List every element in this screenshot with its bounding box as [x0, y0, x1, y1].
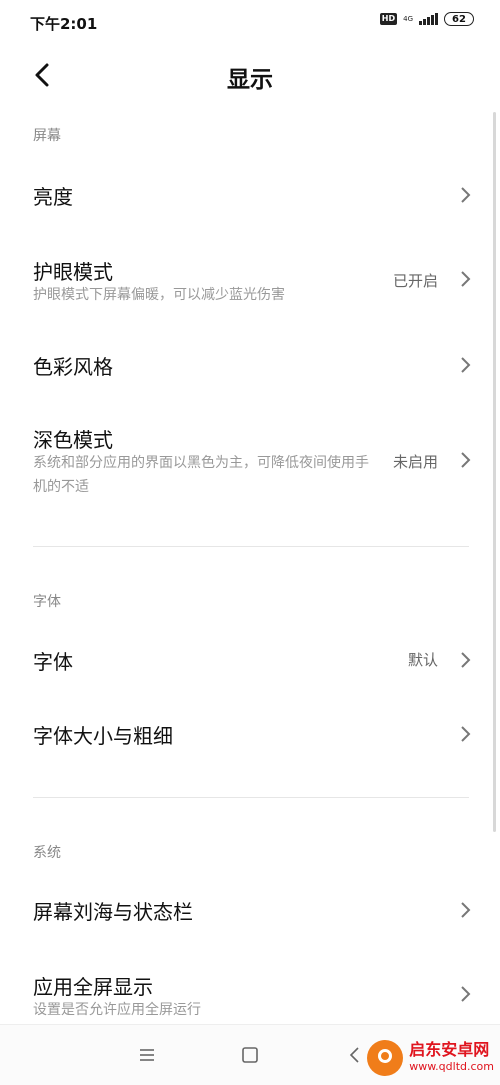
- chevron-right-icon: [461, 986, 471, 1002]
- setting-item-title: 亮度: [33, 185, 73, 209]
- setting-item-subtitle: 系统和部分应用的界面以黑色为主，可降低夜间使用手机的不适: [33, 455, 369, 495]
- setting-item-title: 字体: [33, 650, 73, 674]
- title-bar: 显示: [0, 50, 500, 100]
- chevron-right-icon: [461, 452, 471, 468]
- setting-item-notch-status-bar[interactable]: 屏幕刘海与状态栏: [0, 885, 500, 935]
- status-time: 下午2:01: [30, 15, 98, 33]
- home-icon[interactable]: [238, 1043, 262, 1067]
- chevron-right-icon: [461, 357, 471, 373]
- setting-item-subtitle: 护眼模式下屏幕偏暖，可以减少蓝光伤害: [33, 287, 285, 303]
- setting-item-title: 屏幕刘海与状态栏: [33, 900, 193, 924]
- setting-item-brightness[interactable]: 亮度: [0, 170, 500, 220]
- setting-item-title: 深色模式: [33, 428, 113, 452]
- setting-item-color-style[interactable]: 色彩风格: [0, 340, 500, 390]
- back-icon[interactable]: [343, 1043, 367, 1067]
- page-title: 显示: [227, 67, 273, 93]
- watermark-url: www.qdltd.com: [409, 1060, 494, 1073]
- battery-level: 62: [452, 13, 466, 25]
- battery-icon: 62: [444, 12, 474, 26]
- hd-icon: HD: [379, 13, 398, 25]
- section-header-screen: 屏幕: [33, 128, 61, 144]
- setting-item-value: 未启用: [392, 453, 438, 471]
- menu-icon[interactable]: [135, 1043, 159, 1067]
- setting-item-value: 已开启: [392, 272, 438, 290]
- chevron-right-icon: [461, 902, 471, 918]
- section-header-system: 系统: [33, 845, 61, 861]
- status-bar: 下午2:01 HD 4G 62: [0, 0, 500, 44]
- chevron-right-icon: [461, 652, 471, 668]
- chevron-right-icon: [461, 726, 471, 742]
- network-type-icon: 4G: [403, 14, 413, 23]
- section-header-font: 字体: [33, 594, 61, 610]
- setting-item-app-fullscreen[interactable]: 应用全屏显示 设置是否允许应用全屏运行: [0, 965, 500, 1023]
- setting-item-dark-mode[interactable]: 深色模式 系统和部分应用的界面以黑色为主，可降低夜间使用手机的不适 未启用: [0, 418, 500, 502]
- setting-item-title: 色彩风格: [33, 355, 113, 379]
- setting-item-title: 护眼模式: [33, 260, 113, 284]
- setting-item-title: 应用全屏显示: [33, 975, 153, 999]
- watermark-logo-icon: [367, 1040, 404, 1076]
- chevron-right-icon: [461, 271, 471, 287]
- setting-item-value: 默认: [407, 651, 438, 669]
- section-divider: [33, 797, 469, 798]
- chevron-right-icon: [461, 187, 471, 203]
- watermark-name: 启东安卓网: [409, 1040, 490, 1059]
- network-type-label: 4G: [403, 14, 413, 23]
- setting-item-title: 字体大小与粗细: [33, 724, 173, 748]
- setting-item-font[interactable]: 字体 默认: [0, 635, 500, 685]
- section-divider: [33, 546, 469, 547]
- watermark: 启东安卓网 www.qdltd.com: [367, 1040, 494, 1076]
- setting-item-eye-care[interactable]: 护眼模式 护眼模式下屏幕偏暖，可以减少蓝光伤害 已开启: [0, 250, 500, 310]
- setting-item-font-size-weight[interactable]: 字体大小与粗细: [0, 709, 500, 759]
- signal-strength-icon: [419, 13, 438, 25]
- status-icons: HD 4G 62: [379, 12, 474, 26]
- setting-item-subtitle: 设置是否允许应用全屏运行: [33, 1002, 201, 1018]
